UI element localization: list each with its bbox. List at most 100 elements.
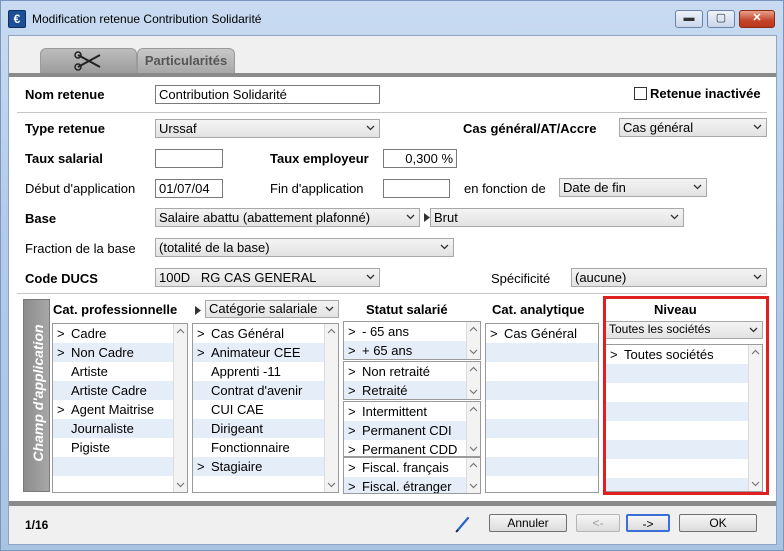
list-item[interactable] — [486, 438, 598, 457]
next-button[interactable]: -> — [626, 514, 670, 532]
taux-employeur-input[interactable]: 0,300 % — [383, 149, 457, 168]
list-item[interactable]: > Cadre — [53, 324, 187, 343]
list-item[interactable]: > Intermittent — [344, 402, 480, 421]
list-item[interactable] — [53, 457, 187, 476]
list-item[interactable]: CUI CAE — [193, 400, 338, 419]
list-item-label: Pigiste — [71, 440, 111, 455]
scrollbar[interactable] — [173, 324, 187, 492]
list-item[interactable] — [486, 419, 598, 438]
cat-analytique-list[interactable]: > Cas Général — [485, 323, 599, 493]
base-select[interactable]: Salaire abattu (abattement plafonné) — [155, 208, 420, 227]
base-sub-select[interactable]: Brut — [430, 208, 684, 227]
list-item[interactable]: > Non Cadre — [53, 343, 187, 362]
debut-application-label: Début d'application — [25, 181, 136, 196]
separator — [17, 112, 767, 113]
chevron-down-icon[interactable] — [327, 480, 336, 489]
list-item-label: Animateur CEE — [211, 345, 301, 360]
specificite-select[interactable]: (aucune) — [571, 268, 767, 287]
list-item[interactable]: Contrat d'avenir — [193, 381, 338, 400]
list-item[interactable]: > + 65 ans — [344, 341, 480, 359]
categorie-salariale-select[interactable]: Catégorie salariale — [205, 300, 339, 318]
chevron-down-icon[interactable] — [176, 480, 185, 489]
list-item[interactable]: Artiste — [53, 362, 187, 381]
list-item[interactable] — [486, 362, 598, 381]
list-item[interactable] — [486, 457, 598, 476]
list-item[interactable] — [486, 381, 598, 400]
list-item[interactable]: Journaliste — [53, 419, 187, 438]
en-fonction-de-value: Date de fin — [563, 180, 626, 195]
chevron-up-icon[interactable] — [327, 327, 336, 336]
fraction-base-select[interactable]: (totalité de la base) — [155, 238, 454, 257]
statut-contrat-list[interactable]: > Intermittent > Permanent CDI > Permanent CD… — [343, 401, 481, 457]
chevron-down-icon[interactable] — [469, 481, 478, 490]
list-item[interactable] — [486, 343, 598, 362]
selected-marker: > — [348, 404, 356, 419]
list-item[interactable] — [193, 476, 338, 492]
list-item[interactable]: Dirigeant — [193, 419, 338, 438]
statut-fiscal-list[interactable]: > Fiscal. français > Fiscal. étranger — [343, 457, 481, 494]
scrollbar[interactable] — [466, 362, 480, 399]
list-item[interactable]: Fonctionnaire — [193, 438, 338, 457]
list-item[interactable]: Artiste Cadre — [53, 381, 187, 400]
list-item-label: Contrat d'avenir — [211, 383, 303, 398]
type-retenue-select[interactable]: Urssaf — [155, 119, 380, 138]
statut-age-list[interactable]: > - 65 ans > + 65 ans — [343, 321, 481, 360]
close-button[interactable]: ✕ — [739, 10, 775, 28]
list-item[interactable]: > Retraité — [344, 381, 480, 399]
annuler-button[interactable]: Annuler — [489, 514, 567, 532]
chevron-up-icon[interactable] — [469, 461, 478, 470]
list-item[interactable]: > Non retraité — [344, 362, 480, 381]
code-ducs-label: Code DUCS — [25, 271, 98, 286]
nom-retenue-input[interactable]: Contribution Solidarité — [155, 85, 380, 104]
pen-icon[interactable] — [455, 515, 471, 533]
fin-application-input[interactable] — [383, 179, 450, 198]
en-fonction-de-select[interactable]: Date de fin — [559, 178, 707, 197]
list-item[interactable] — [486, 476, 598, 492]
chevron-down-icon[interactable] — [469, 347, 478, 356]
statut-retraite-list[interactable]: > Non retraité > Retraité — [343, 361, 481, 400]
ok-button[interactable]: OK — [679, 514, 757, 532]
chevron-down-icon[interactable] — [469, 387, 478, 396]
chevron-up-icon[interactable] — [176, 327, 185, 336]
minimize-button[interactable]: ▬ — [675, 10, 703, 28]
list-item[interactable]: > Permanent CDD — [344, 440, 480, 456]
maximize-button[interactable]: ▢ — [707, 10, 735, 28]
list-item[interactable]: Apprenti -11 — [193, 362, 338, 381]
code-ducs-select[interactable]: 100D RG CAS GENERAL — [155, 268, 380, 287]
chevron-up-icon[interactable] — [469, 405, 478, 414]
scrollbar[interactable] — [466, 322, 480, 359]
list-item-label: Artiste Cadre — [71, 383, 147, 398]
list-item[interactable]: > Agent Maitrise — [53, 400, 187, 419]
categorie-salariale-list[interactable]: > Cas Général > Animateur CEE Apprenti -11 Co… — [192, 323, 339, 493]
scrollbar[interactable] — [466, 458, 480, 493]
previous-button[interactable]: <- — [576, 514, 620, 532]
list-item-label: Dirigeant — [211, 421, 264, 436]
list-item[interactable]: > - 65 ans — [344, 322, 480, 341]
list-item-label: Cadre — [71, 326, 107, 341]
debut-application-input[interactable]: 01/07/04 — [155, 179, 223, 198]
tab-general[interactable] — [40, 48, 137, 73]
list-item[interactable] — [53, 476, 187, 492]
chevron-down-icon[interactable] — [469, 444, 478, 453]
taux-salarial-input[interactable] — [155, 149, 223, 168]
list-item[interactable]: > Fiscal. étranger — [344, 477, 480, 493]
chevron-up-icon[interactable] — [469, 365, 478, 374]
chevron-down-icon — [753, 274, 762, 280]
scrollbar[interactable] — [466, 402, 480, 456]
list-item[interactable]: > Cas Général — [193, 324, 338, 343]
tab-particularites[interactable]: Particularités — [137, 48, 235, 73]
cat-professionnelle-list[interactable]: > Cadre > Non Cadre Artiste Artiste Cadre > Age… — [52, 323, 188, 493]
list-item[interactable]: > Cas Général — [486, 324, 598, 343]
chevron-up-icon[interactable] — [469, 325, 478, 334]
list-item-label: Retraité — [362, 383, 408, 398]
list-item[interactable] — [486, 400, 598, 419]
list-item[interactable]: > Permanent CDI — [344, 421, 480, 440]
retenue-inactivee-checkbox[interactable] — [634, 87, 647, 100]
list-item[interactable]: Pigiste — [53, 438, 187, 457]
title-bar[interactable]: € Modification retenue Contribution Soli… — [1, 1, 783, 35]
list-item[interactable]: > Stagiaire — [193, 457, 338, 476]
scrollbar[interactable] — [324, 324, 338, 492]
cas-general-select[interactable]: Cas général — [619, 118, 767, 137]
list-item[interactable]: > Animateur CEE — [193, 343, 338, 362]
list-item[interactable]: > Fiscal. français — [344, 458, 480, 477]
